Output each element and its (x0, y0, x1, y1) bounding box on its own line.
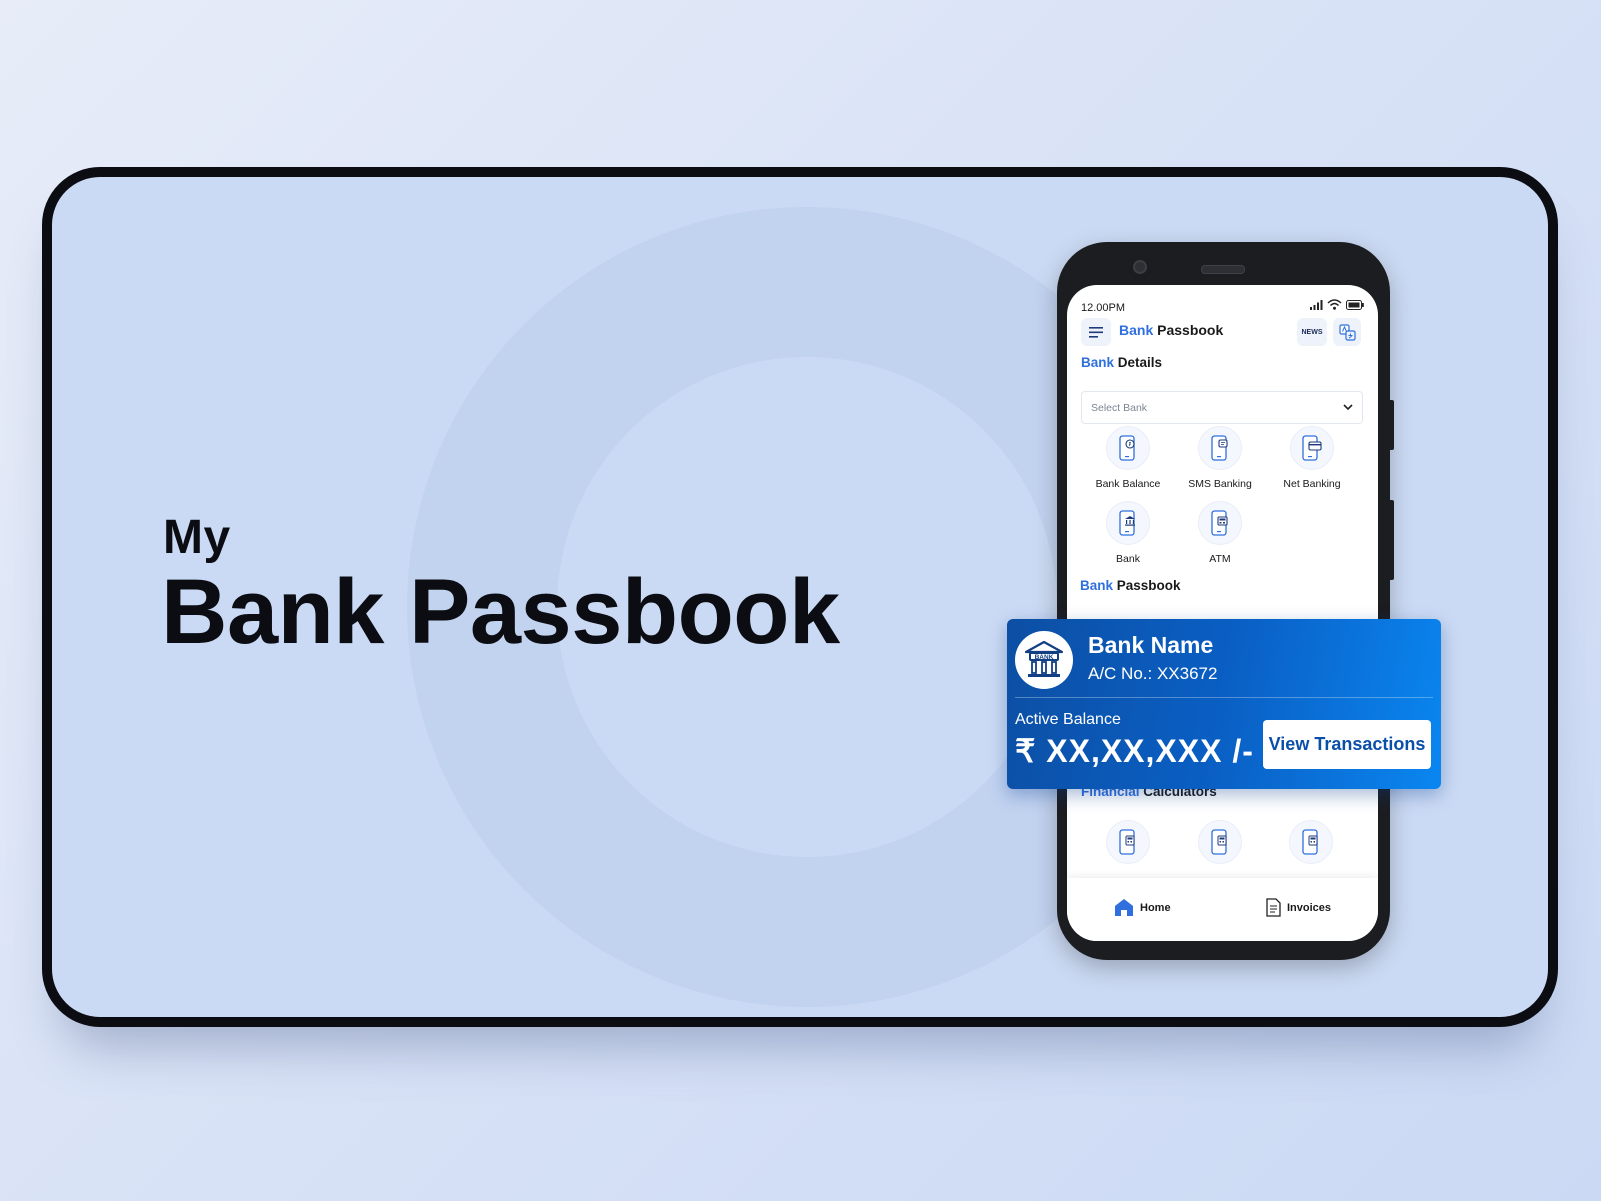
calculator-item[interactable] (1106, 820, 1150, 864)
home-icon (1115, 899, 1133, 916)
phone-balance-icon (1106, 426, 1150, 470)
hero-prefix: My (163, 511, 231, 564)
phone-calculator-icon (1119, 829, 1135, 855)
service-label: Bank (1116, 553, 1140, 565)
nav-invoices-label: Invoices (1287, 901, 1332, 914)
bank-building-icon: BANK (1024, 640, 1064, 677)
bank-passbook-rest: Passbook (1113, 578, 1181, 593)
calculator-item[interactable] (1198, 820, 1242, 864)
calculator-item[interactable] (1289, 820, 1333, 864)
nav-invoices[interactable]: Invoices (1266, 898, 1331, 917)
status-time: 12.00PM (1081, 302, 1126, 314)
service-label: SMS Banking (1188, 478, 1252, 490)
translate-icon (1338, 323, 1356, 341)
phone-calculator-icon (1302, 829, 1318, 855)
app-title-accent: Bank (1119, 322, 1154, 338)
menu-icon (1089, 326, 1103, 338)
balance-value: ₹ XX,XX,XXX /- (1015, 733, 1254, 769)
service-bank-balance[interactable]: Bank Balance (1083, 426, 1173, 490)
bank-details-title: Bank Details (1081, 355, 1162, 370)
service-atm[interactable]: ATM (1175, 501, 1265, 565)
nav-home-label: Home (1140, 901, 1171, 914)
app-title-rest: Passbook (1153, 322, 1224, 338)
invoice-icon (1266, 898, 1281, 917)
card-divider (1015, 697, 1433, 698)
menu-button[interactable] (1081, 318, 1111, 346)
bank-logo-text: BANK (1035, 654, 1054, 661)
phone-sms-icon (1198, 426, 1242, 470)
earpiece-speaker (1201, 265, 1245, 274)
wifi-icon (1327, 299, 1342, 310)
service-label: Net Banking (1283, 478, 1341, 490)
service-label: ATM (1209, 553, 1231, 565)
app-title: Bank Passbook (1119, 322, 1223, 338)
front-camera (1133, 260, 1147, 274)
bank-logo: BANK (1015, 631, 1073, 689)
phone-screen: 12.00PM Bank Passbook NEWS Bank Details … (1067, 285, 1378, 941)
balance-label: Active Balance (1015, 711, 1121, 728)
service-net-banking[interactable]: Net Banking (1267, 426, 1357, 490)
translate-button[interactable] (1333, 318, 1361, 346)
bank-details-accent: Bank (1081, 355, 1115, 370)
select-bank-dropdown[interactable]: Select Bank (1081, 391, 1363, 424)
status-icons (1310, 299, 1364, 310)
bank-name: Bank Name (1088, 632, 1214, 658)
bank-passbook-accent: Bank (1080, 578, 1114, 593)
passbook-card[interactable]: BANK Bank Name A/C No.: XX3672 Active Ba… (1007, 619, 1441, 789)
phone-calculator-icon (1211, 829, 1227, 855)
account-number: A/C No.: XX3672 (1088, 664, 1218, 683)
view-transactions-button[interactable]: View Transactions (1263, 720, 1431, 769)
volume-button (1389, 400, 1394, 450)
service-bank[interactable]: Bank (1083, 501, 1173, 565)
nav-home[interactable]: Home (1114, 898, 1171, 917)
phone-bank-icon (1106, 501, 1150, 545)
bank-details-rest: Details (1114, 355, 1163, 370)
news-button[interactable]: NEWS (1297, 318, 1327, 346)
service-label: Bank Balance (1095, 478, 1161, 490)
phone-atm-icon (1198, 501, 1242, 545)
select-bank-placeholder: Select Bank (1091, 402, 1148, 414)
bank-passbook-title: Bank Passbook (1080, 578, 1181, 593)
phone-card-icon (1290, 426, 1334, 470)
signal-icon (1310, 299, 1323, 310)
chevron-down-icon (1343, 404, 1353, 411)
hero-title: Bank Passbook (161, 561, 840, 663)
bottom-nav: Home Invoices (1067, 878, 1378, 941)
power-button (1389, 500, 1394, 580)
battery-icon (1346, 299, 1364, 310)
service-sms-banking[interactable]: SMS Banking (1175, 426, 1265, 490)
